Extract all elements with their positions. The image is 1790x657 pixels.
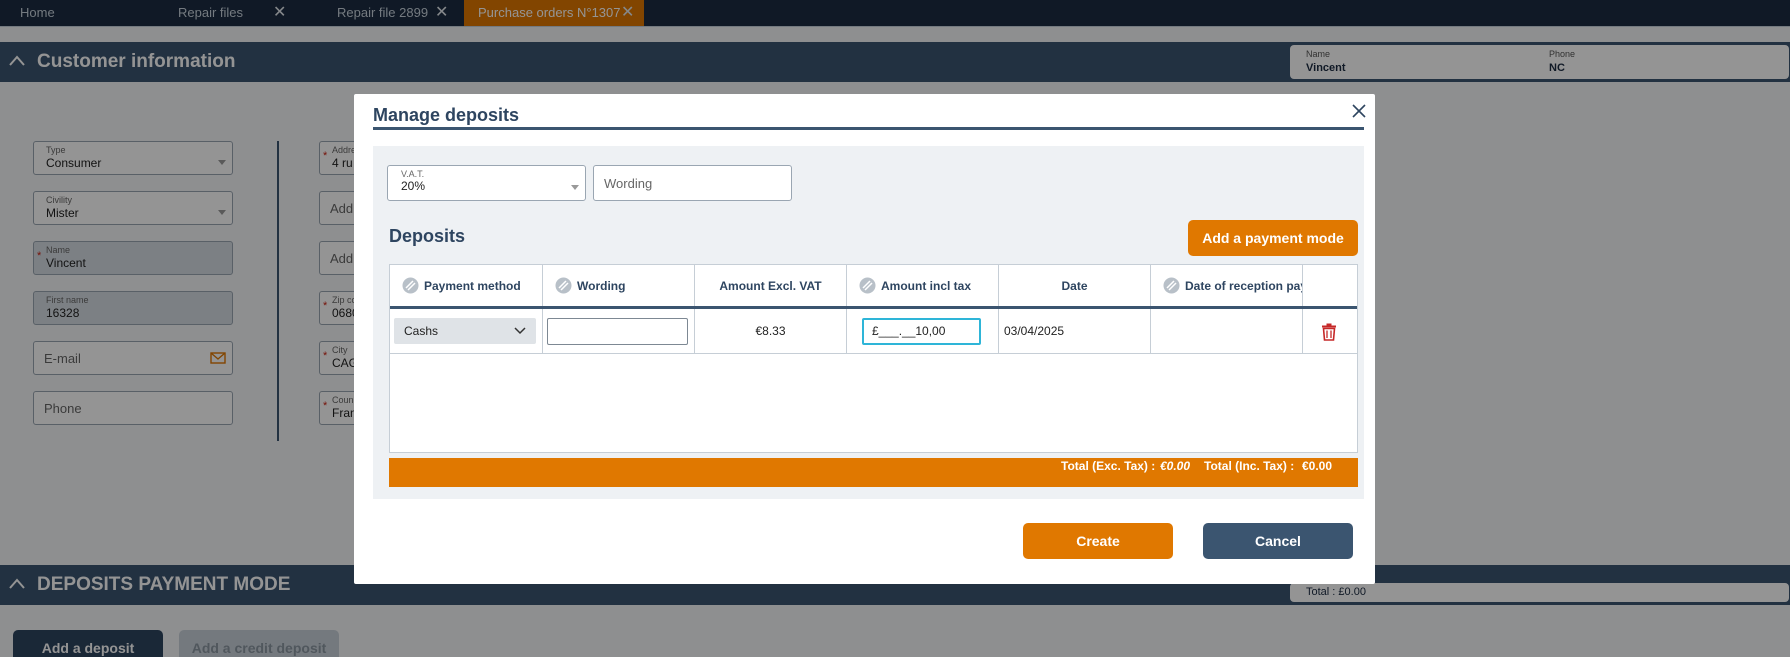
total-inc-value: €0.00 xyxy=(1302,459,1333,473)
header-actions xyxy=(1303,265,1357,307)
sort-icon[interactable] xyxy=(1163,277,1180,294)
header-wording[interactable]: Wording xyxy=(543,265,695,307)
row-divider xyxy=(390,353,1357,354)
header-reception-date[interactable]: Date of reception pay xyxy=(1151,265,1303,307)
amount-excl-value: €8.33 xyxy=(755,324,786,338)
wording-input[interactable]: Wording xyxy=(593,165,792,201)
field-placeholder: Wording xyxy=(604,176,653,191)
sort-icon[interactable] xyxy=(555,277,572,294)
header-label: Date of reception pay xyxy=(1185,279,1303,293)
amount-incl-input[interactable]: £___.__10,00 xyxy=(862,318,981,345)
field-label: V.A.T. xyxy=(401,169,425,179)
chevron-down-icon xyxy=(514,327,526,335)
close-icon[interactable] xyxy=(1350,102,1368,120)
cell-amount-incl: £___.__10,00 xyxy=(847,309,999,353)
header-date[interactable]: Date xyxy=(999,265,1151,307)
header-label: Wording xyxy=(577,279,626,293)
header-label: Amount incl tax xyxy=(881,279,972,293)
header-label: Amount Excl. VAT xyxy=(719,279,822,293)
total-inc-label: Total (Inc. Tax) : xyxy=(1204,459,1295,473)
total-exc-value: €0.00 xyxy=(1160,459,1191,473)
create-button[interactable]: Create xyxy=(1023,523,1173,559)
row-wording-input[interactable] xyxy=(547,318,688,345)
caret-down-icon xyxy=(571,185,579,190)
header-label: Date xyxy=(1061,279,1088,293)
manage-deposits-modal: Manage deposits V.A.T. 20% Wording Depos… xyxy=(354,94,1375,584)
header-amount-incl[interactable]: Amount incl tax xyxy=(847,265,999,307)
sort-icon[interactable] xyxy=(402,277,419,294)
select-value: Cashs xyxy=(404,324,439,338)
total-exc-label: Total (Exc. Tax) : xyxy=(1061,459,1156,473)
cell-wording xyxy=(543,309,695,353)
title-divider xyxy=(373,127,1364,130)
modal-body: V.A.T. 20% Wording Deposits Add a paymen… xyxy=(373,146,1364,499)
trash-icon[interactable] xyxy=(1321,323,1337,341)
cancel-button[interactable]: Cancel xyxy=(1203,523,1353,559)
header-label: Payment method xyxy=(424,279,521,293)
add-payment-mode-button[interactable]: Add a payment mode xyxy=(1188,220,1358,256)
cell-actions xyxy=(1303,309,1357,353)
header-amount-excl[interactable]: Amount Excl. VAT xyxy=(695,265,847,307)
cell-amount-excl: €8.33 xyxy=(695,309,847,353)
totals-bar: Total (Exc. Tax) : €0.00 Total (Inc. Tax… xyxy=(389,458,1358,487)
sort-icon[interactable] xyxy=(859,277,876,294)
vat-select[interactable]: V.A.T. 20% xyxy=(387,165,586,201)
cell-date: 03/04/2025 xyxy=(999,309,1151,353)
cell-payment-method: Cashs xyxy=(390,309,543,353)
modal-title: Manage deposits xyxy=(373,105,520,125)
cell-reception-date xyxy=(1151,309,1303,353)
deposits-table: Payment method Wording Amount Excl. VAT xyxy=(389,264,1358,453)
field-value: 20% xyxy=(401,179,426,193)
header-payment-method[interactable]: Payment method xyxy=(390,265,543,307)
payment-method-select[interactable]: Cashs xyxy=(394,318,536,344)
date-value: 03/04/2025 xyxy=(1004,324,1065,338)
deposits-title: Deposits xyxy=(389,226,466,246)
